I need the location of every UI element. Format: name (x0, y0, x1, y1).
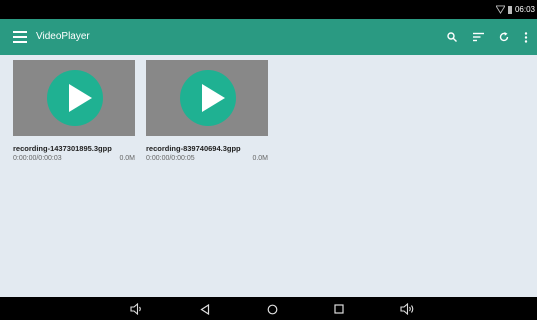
video-size: 0.0M (252, 155, 268, 162)
home-icon[interactable] (264, 301, 280, 317)
status-bar: 06:03 (0, 0, 537, 19)
app-bar: VideoPlayer (0, 19, 537, 55)
refresh-icon[interactable] (495, 28, 513, 46)
back-icon[interactable] (197, 301, 213, 317)
play-icon[interactable] (47, 70, 103, 126)
navigation-bar (0, 297, 537, 320)
video-filename: recording-1437301895.3gpp (13, 144, 112, 153)
app-title: VideoPlayer (36, 31, 90, 42)
video-size: 0.0M (119, 155, 135, 162)
hamburger-icon[interactable] (13, 31, 27, 43)
wifi-icon (495, 5, 505, 14)
video-card[interactable]: recording-1437301895.3gpp 0:00:00/0:00:0… (13, 60, 135, 162)
video-grid: recording-1437301895.3gpp 0:00:00/0:00:0… (0, 55, 537, 297)
video-duration: 0:00:00/0:00:03 (13, 155, 62, 162)
more-vert-icon[interactable] (517, 28, 535, 46)
volume-down-icon[interactable] (128, 301, 144, 317)
status-time: 06:03 (514, 5, 535, 14)
video-duration: 0:00:00/0:00:05 (146, 155, 195, 162)
search-icon[interactable] (443, 28, 461, 46)
sort-icon[interactable] (469, 28, 487, 46)
video-filename: recording-839740694.3gpp (146, 144, 241, 153)
recents-icon[interactable] (331, 301, 347, 317)
battery-icon (507, 5, 512, 14)
play-icon[interactable] (180, 70, 236, 126)
volume-up-icon[interactable] (399, 301, 415, 317)
video-thumbnail[interactable] (146, 60, 268, 136)
video-thumbnail[interactable] (13, 60, 135, 136)
video-card[interactable]: recording-839740694.3gpp 0:00:00/0:00:05… (146, 60, 268, 162)
